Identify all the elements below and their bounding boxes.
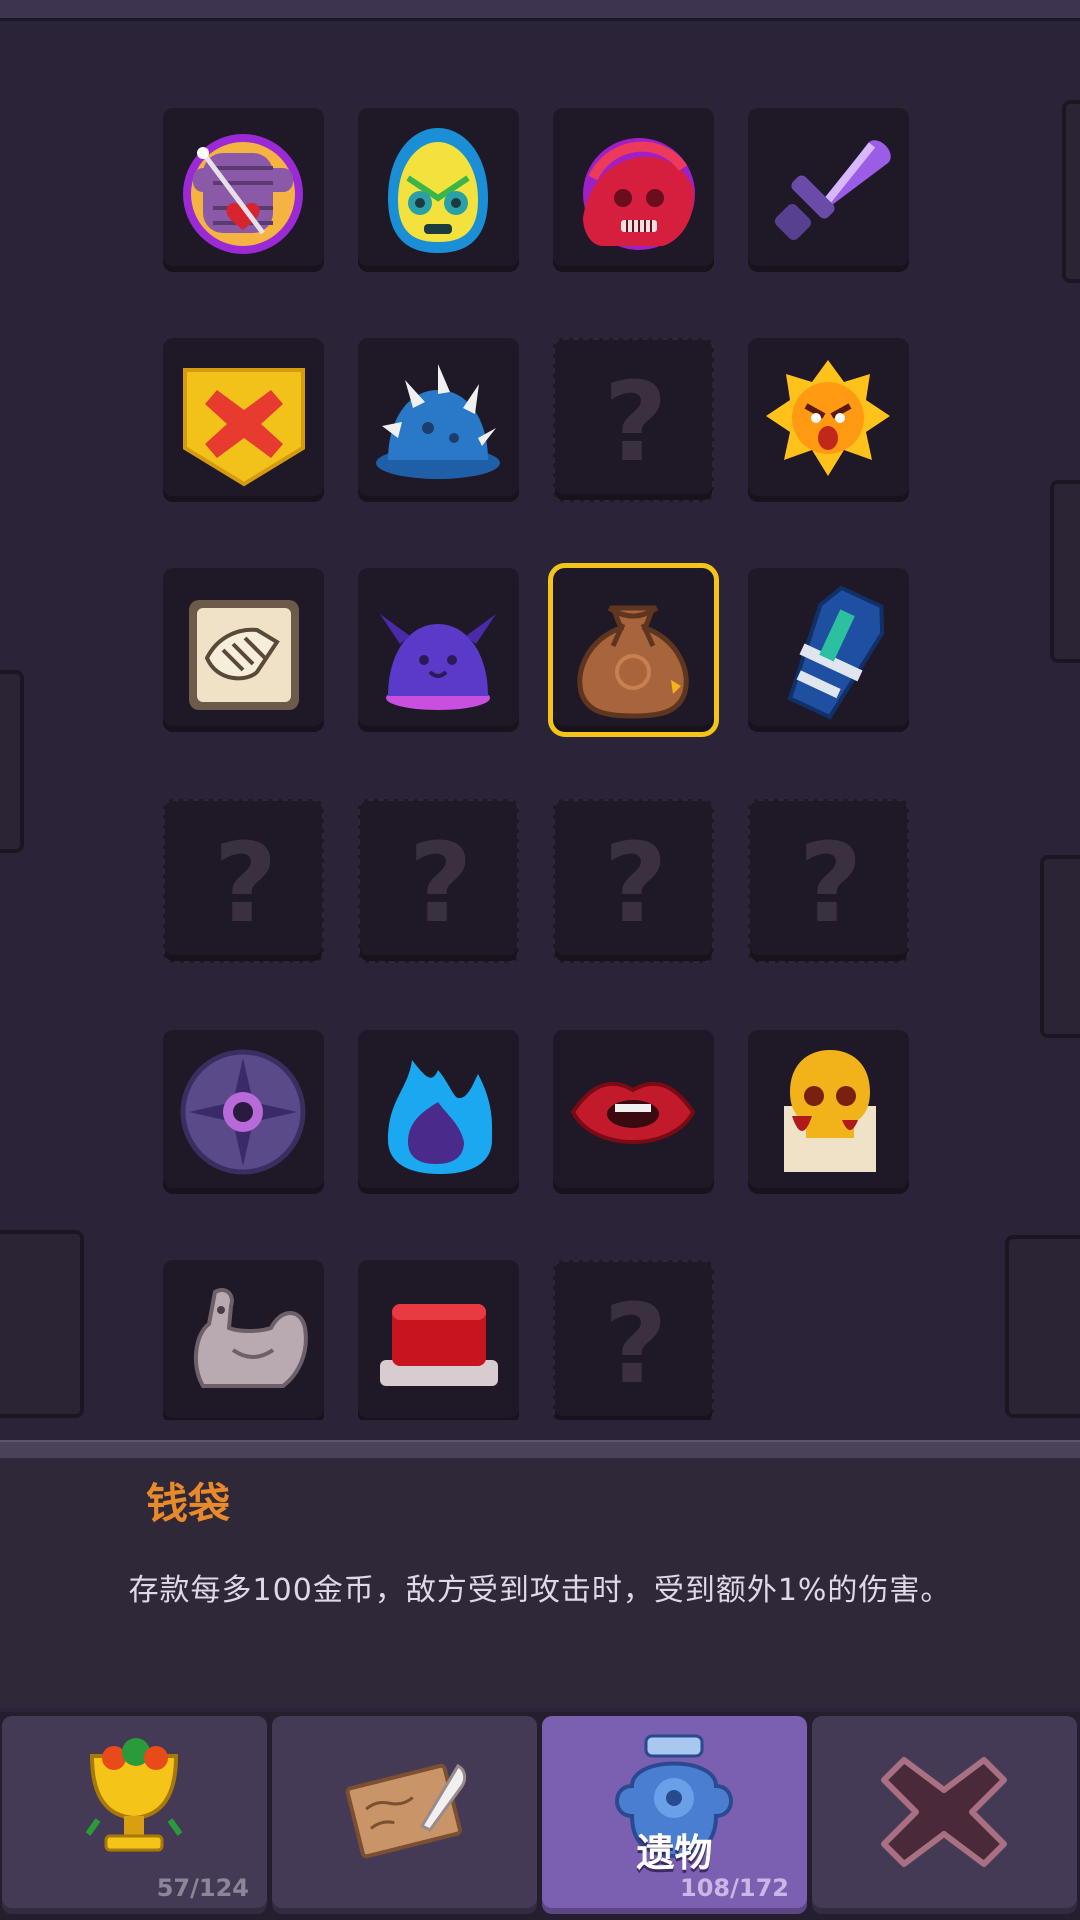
- relic-grid: ? ? ? ? ? ?: [0, 0, 1080, 1420]
- handshake-relic-icon: [189, 600, 299, 710]
- trophies-count: 57/124: [156, 1874, 249, 1902]
- red-button-relic-icon: [380, 1304, 498, 1386]
- relic-slot-red-lips[interactable]: [553, 1030, 714, 1194]
- relic-slot-eye-compass[interactable]: [163, 1030, 324, 1194]
- relic-slot-locked[interactable]: ?: [553, 338, 714, 502]
- cross-shield-relic-icon: [183, 368, 305, 487]
- stone-rooster-relic-icon: [193, 1287, 308, 1388]
- blue-flame-relic-icon: [388, 1060, 493, 1174]
- relic-slot-locked[interactable]: ?: [163, 799, 324, 963]
- relic-slot-coffin[interactable]: [748, 568, 909, 732]
- lucha-mask-relic-icon: [388, 128, 488, 253]
- locked-question-mark-icon: ?: [603, 1280, 668, 1408]
- skull-scroll-relic-icon: [784, 1050, 876, 1172]
- coffin-relic-icon: [787, 585, 885, 720]
- relic-slot-purple-dagger[interactable]: [748, 108, 909, 272]
- relics-tab-label: 遗物: [636, 1831, 713, 1875]
- selected-relic-title: 钱袋: [146, 1479, 231, 1528]
- relic-slot-cross-shield[interactable]: [163, 338, 324, 502]
- spiked-helmet-relic-icon: [376, 364, 500, 479]
- locked-question-mark-icon: ?: [603, 358, 668, 486]
- locked-question-mark-icon: ?: [798, 819, 863, 947]
- relic-slot-lucha-mask[interactable]: [358, 108, 519, 272]
- red-ghost-relic-icon: [583, 138, 695, 250]
- tab-relics[interactable]: 遗物 108/172: [542, 1716, 807, 1914]
- relic-slot-spiked-helmet[interactable]: [358, 338, 519, 502]
- relic-slot-bat-helmet[interactable]: [358, 568, 519, 732]
- angry-sun-relic-icon: [766, 360, 890, 476]
- selected-relic-description: 存款每多100金币，敌方受到攻击时，受到额外1%的伤害。: [128, 1573, 952, 1608]
- close-x-icon: [881, 1757, 1007, 1867]
- close-button[interactable]: [812, 1716, 1077, 1914]
- relic-slot-handshake[interactable]: [163, 568, 324, 732]
- purple-dagger-relic-icon: [774, 140, 891, 241]
- relic-slot-angry-sun[interactable]: [748, 338, 909, 502]
- tab-notes[interactable]: [272, 1716, 537, 1914]
- relics-count: 108/172: [680, 1874, 789, 1902]
- relic-slot-locked[interactable]: ?: [748, 799, 909, 963]
- relic-slot-blue-flame[interactable]: [358, 1030, 519, 1194]
- scroll-quill-icon: [345, 1763, 467, 1859]
- locked-question-mark-icon: ?: [603, 819, 668, 947]
- locked-question-mark-icon: ?: [213, 819, 278, 947]
- relic-slot-stone-rooster[interactable]: [163, 1260, 324, 1420]
- locked-question-mark-icon: ?: [408, 819, 473, 947]
- bat-helmet-relic-icon: [380, 614, 496, 710]
- relic-slot-locked[interactable]: ?: [553, 1260, 714, 1420]
- relic-slot-skull-scroll[interactable]: [748, 1030, 909, 1194]
- money-bag-relic-icon: [577, 605, 689, 719]
- relic-slot-voodoo-doll[interactable]: [163, 108, 324, 272]
- voodoo-doll-relic-icon: [183, 134, 303, 254]
- tab-trophies[interactable]: 57/124: [2, 1716, 267, 1914]
- relic-slot-locked[interactable]: ?: [358, 799, 519, 963]
- eye-compass-relic-icon: [180, 1049, 306, 1175]
- red-lips-relic-icon: [570, 1081, 696, 1144]
- relic-slot-locked[interactable]: ?: [553, 799, 714, 963]
- relic-slot-red-button[interactable]: [358, 1260, 519, 1420]
- relic-slot-red-ghost[interactable]: [553, 108, 714, 272]
- relic-slot-money-bag[interactable]: [548, 563, 719, 737]
